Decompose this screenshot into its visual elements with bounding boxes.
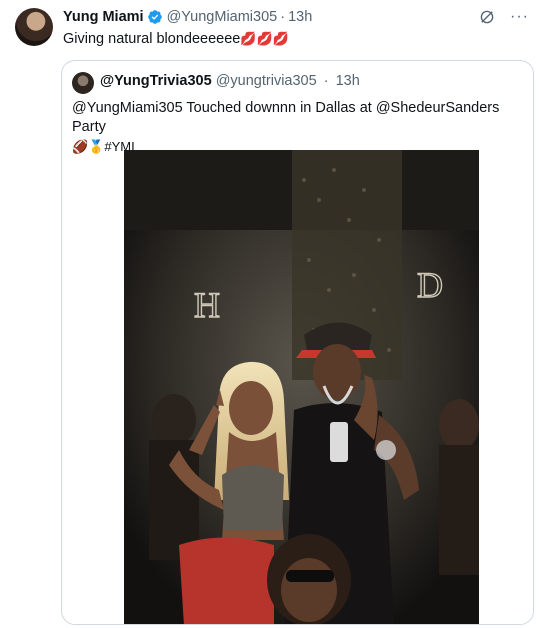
timestamp[interactable]: 13h xyxy=(288,9,312,25)
tweet-photo[interactable]: H D xyxy=(124,150,479,624)
tweet-actions: ··· xyxy=(478,8,529,26)
quoted-separator: · xyxy=(323,73,329,89)
sign-letter-d: D xyxy=(417,265,443,305)
quoted-tweet-body: @YungMiami305 Touched downnn in Dallas a… xyxy=(72,100,500,135)
quoted-timestamp[interactable]: 13h xyxy=(336,73,360,89)
separator: · xyxy=(280,9,286,25)
quoted-tweet[interactable]: @YungTrivia305 @yungtrivia305 · 13h @Yun… xyxy=(61,60,534,625)
tweet-text: Giving natural blondeeeeee💋💋💋 xyxy=(63,31,289,47)
tweet-text-body: Giving natural blondeeeeee xyxy=(63,31,241,47)
quoted-tweet-header: @YungTrivia305 @yungtrivia305 · 13h xyxy=(100,73,360,89)
author-name[interactable]: Yung Miami xyxy=(63,9,144,25)
lips-emoji-icon: 💋💋💋 xyxy=(240,31,289,46)
tweet-header: Yung Miami @YungMiami305 · 13h xyxy=(63,9,312,25)
more-options-icon[interactable]: ··· xyxy=(510,9,529,25)
author-handle[interactable]: @YungMiami305 xyxy=(167,9,278,25)
grok-icon[interactable] xyxy=(478,8,496,26)
verified-badge-icon xyxy=(147,10,162,24)
quoted-author-name[interactable]: @YungTrivia305 xyxy=(100,73,212,89)
party-photo-illustration: H D xyxy=(124,150,479,624)
quoted-tweet-text: @YungMiami305 Touched downnn in Dallas a… xyxy=(72,99,527,156)
sign-letter-h: H xyxy=(194,285,220,325)
quoted-author-handle[interactable]: @yungtrivia305 xyxy=(216,73,317,89)
quoted-author-avatar[interactable] xyxy=(72,72,94,94)
author-avatar[interactable] xyxy=(15,8,53,46)
tweet[interactable]: Yung Miami @YungMiami305 · 13h ··· Givin… xyxy=(0,0,539,628)
